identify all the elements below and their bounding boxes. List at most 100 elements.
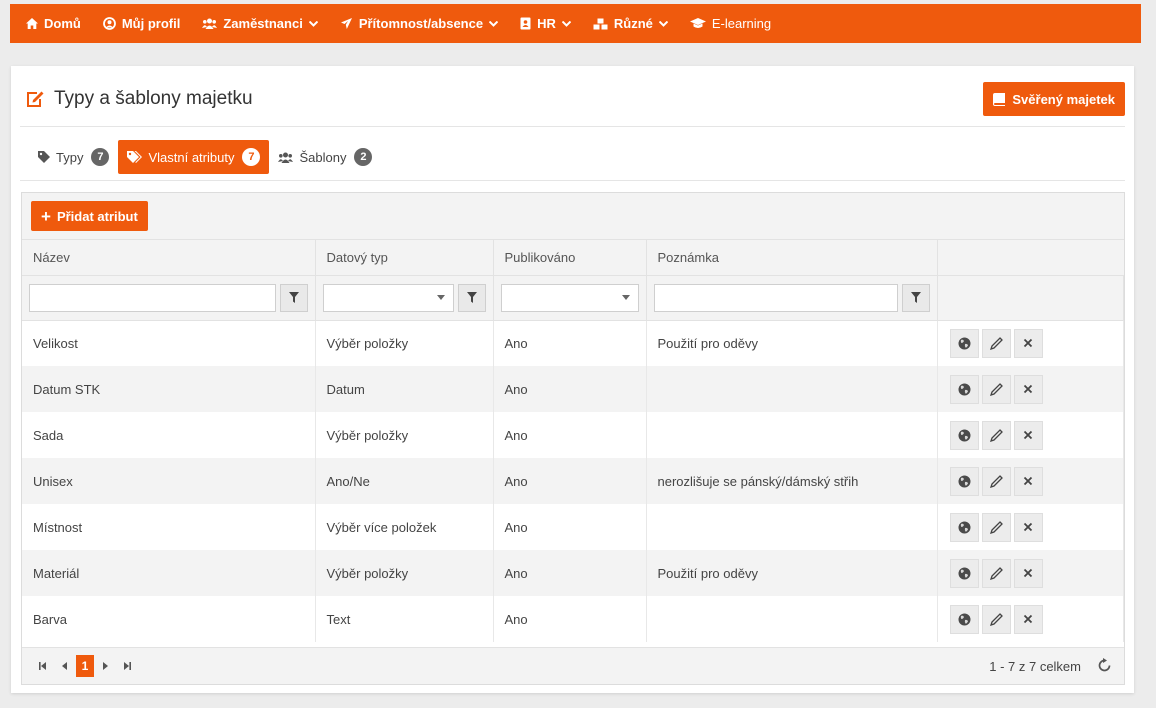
table-row[interactable]: Datum STK Datum Ano [22, 366, 1124, 412]
page-number-current[interactable]: 1 [76, 655, 94, 677]
delete-button[interactable] [1013, 328, 1043, 358]
chevron-down-icon [658, 20, 668, 27]
table-row[interactable]: Unisex Ano/Ne Ano nerozlišuje se pánský/dám… [22, 458, 1124, 504]
cell-name: Unisex [22, 458, 316, 504]
add-attribute-button[interactable]: + Přidat atribut [31, 201, 148, 231]
published-filter-select[interactable] [500, 283, 639, 312]
delete-button[interactable] [1013, 374, 1043, 404]
datatype-filter-select[interactable] [322, 283, 454, 312]
nav-item-elearning[interactable]: E-learning [689, 16, 772, 31]
prev-page-button[interactable] [54, 655, 76, 677]
edit-button[interactable] [981, 604, 1011, 634]
filter-cell-datatype [315, 275, 494, 321]
address-book-icon [520, 17, 531, 30]
last-page-button[interactable] [116, 655, 138, 677]
nav-item-attendance[interactable]: Přítomnost/absence [340, 16, 499, 31]
cell-note: Použití pro oděvy [646, 320, 938, 366]
table-row[interactable]: Barva Text Ano [22, 596, 1124, 642]
cell-actions [937, 320, 1124, 366]
edit-button[interactable] [981, 558, 1011, 588]
refresh-button[interactable] [1097, 658, 1112, 676]
filter-cell-name [22, 275, 316, 321]
next-page-button[interactable] [94, 655, 116, 677]
nav-item-hr[interactable]: HR [520, 16, 571, 31]
edit-button[interactable] [981, 374, 1011, 404]
globe-icon [958, 337, 970, 350]
delete-button[interactable] [1013, 604, 1043, 634]
entrusted-assets-button[interactable]: Svěřený majetek [983, 82, 1125, 116]
edit-button[interactable] [981, 512, 1011, 542]
chevron-down-icon [561, 20, 571, 27]
cell-published: Ano [493, 458, 647, 504]
translate-button[interactable] [949, 512, 979, 542]
nav-item-home[interactable]: Domů [26, 16, 81, 31]
cell-datatype: Výběr položky [315, 550, 494, 596]
delete-button[interactable] [1013, 512, 1043, 542]
caret-down-icon [436, 295, 445, 300]
name-filter-input[interactable] [29, 283, 276, 312]
users-icon [202, 18, 218, 29]
first-page-button[interactable] [32, 655, 54, 677]
cell-note [646, 596, 938, 642]
nav-label: HR [537, 16, 556, 31]
page-title: Typy a šablony majetku [54, 88, 253, 109]
nav-label: Můj profil [121, 16, 181, 31]
cell-note [646, 366, 938, 412]
cell-datatype: Ano/Ne [315, 458, 494, 504]
close-icon [1023, 384, 1033, 394]
edit-button[interactable] [981, 466, 1011, 496]
last-page-icon [124, 662, 131, 670]
nav-item-profile[interactable]: Můj profil [102, 16, 181, 31]
delete-button[interactable] [1013, 420, 1043, 450]
tab-templates[interactable]: Šablony 2 [269, 140, 381, 174]
nav-label: E-learning [711, 16, 772, 31]
book-icon [993, 92, 1006, 106]
edit-button[interactable] [981, 328, 1011, 358]
column-header-actions [937, 240, 1124, 276]
cell-actions [937, 596, 1124, 642]
close-icon [1023, 339, 1033, 348]
cell-name: Sada [22, 412, 316, 458]
delete-button[interactable] [1013, 558, 1043, 588]
cell-datatype: Výběr položky [315, 412, 494, 458]
note-filter-input[interactable] [653, 283, 898, 312]
filter-button[interactable] [457, 283, 486, 312]
cell-name: Barva [22, 596, 316, 642]
table-row[interactable]: Místnost Výběr více položek Ano [22, 504, 1124, 550]
translate-button[interactable] [949, 328, 979, 358]
translate-button[interactable] [949, 374, 979, 404]
table-row[interactable]: Sada Výběr položky Ano [22, 412, 1124, 458]
cell-note [646, 412, 938, 458]
grid-toolbar: + Přidat atribut [22, 193, 1124, 240]
cubes-icon [593, 18, 608, 29]
filter-button[interactable] [901, 283, 930, 312]
count-badge: 7 [242, 148, 261, 166]
page-header: Typy a šablony majetku [26, 88, 253, 110]
nav-item-misc[interactable]: Různé [593, 16, 668, 31]
translate-button[interactable] [949, 604, 979, 634]
caret-down-icon [621, 295, 630, 300]
edit-button[interactable] [981, 420, 1011, 450]
filter-button[interactable] [279, 283, 308, 312]
cell-name: Velikost [22, 320, 316, 366]
column-header-name[interactable]: Název [22, 240, 316, 276]
count-badge: 7 [91, 148, 110, 166]
table-row[interactable]: Materiál Výběr položky Ano Použití pro oděv… [22, 550, 1124, 596]
translate-button[interactable] [949, 558, 979, 588]
delete-button[interactable] [1013, 466, 1043, 496]
table-row[interactable]: Velikost Výběr položky Ano Použití pro oděv… [22, 320, 1124, 366]
translate-button[interactable] [949, 466, 979, 496]
tab-types[interactable]: Typy 7 [29, 140, 118, 174]
cell-note: nerozlišuje se pánský/dámský střih [646, 458, 938, 504]
nav-item-employees[interactable]: Zaměstnanci [202, 16, 318, 31]
plane-icon [340, 18, 352, 29]
translate-button[interactable] [949, 420, 979, 450]
tab-custom-attributes[interactable]: Vlastní atributy 7 [118, 140, 270, 174]
column-header-datatype[interactable]: Datový typ [315, 240, 494, 276]
cell-published: Ano [493, 412, 647, 458]
column-header-note[interactable]: Poznámka [646, 240, 938, 276]
pencil-icon [989, 382, 1003, 396]
column-header-published[interactable]: Publikováno [493, 240, 647, 276]
close-icon [1023, 522, 1033, 532]
nav-label: Zaměstnanci [223, 16, 303, 31]
